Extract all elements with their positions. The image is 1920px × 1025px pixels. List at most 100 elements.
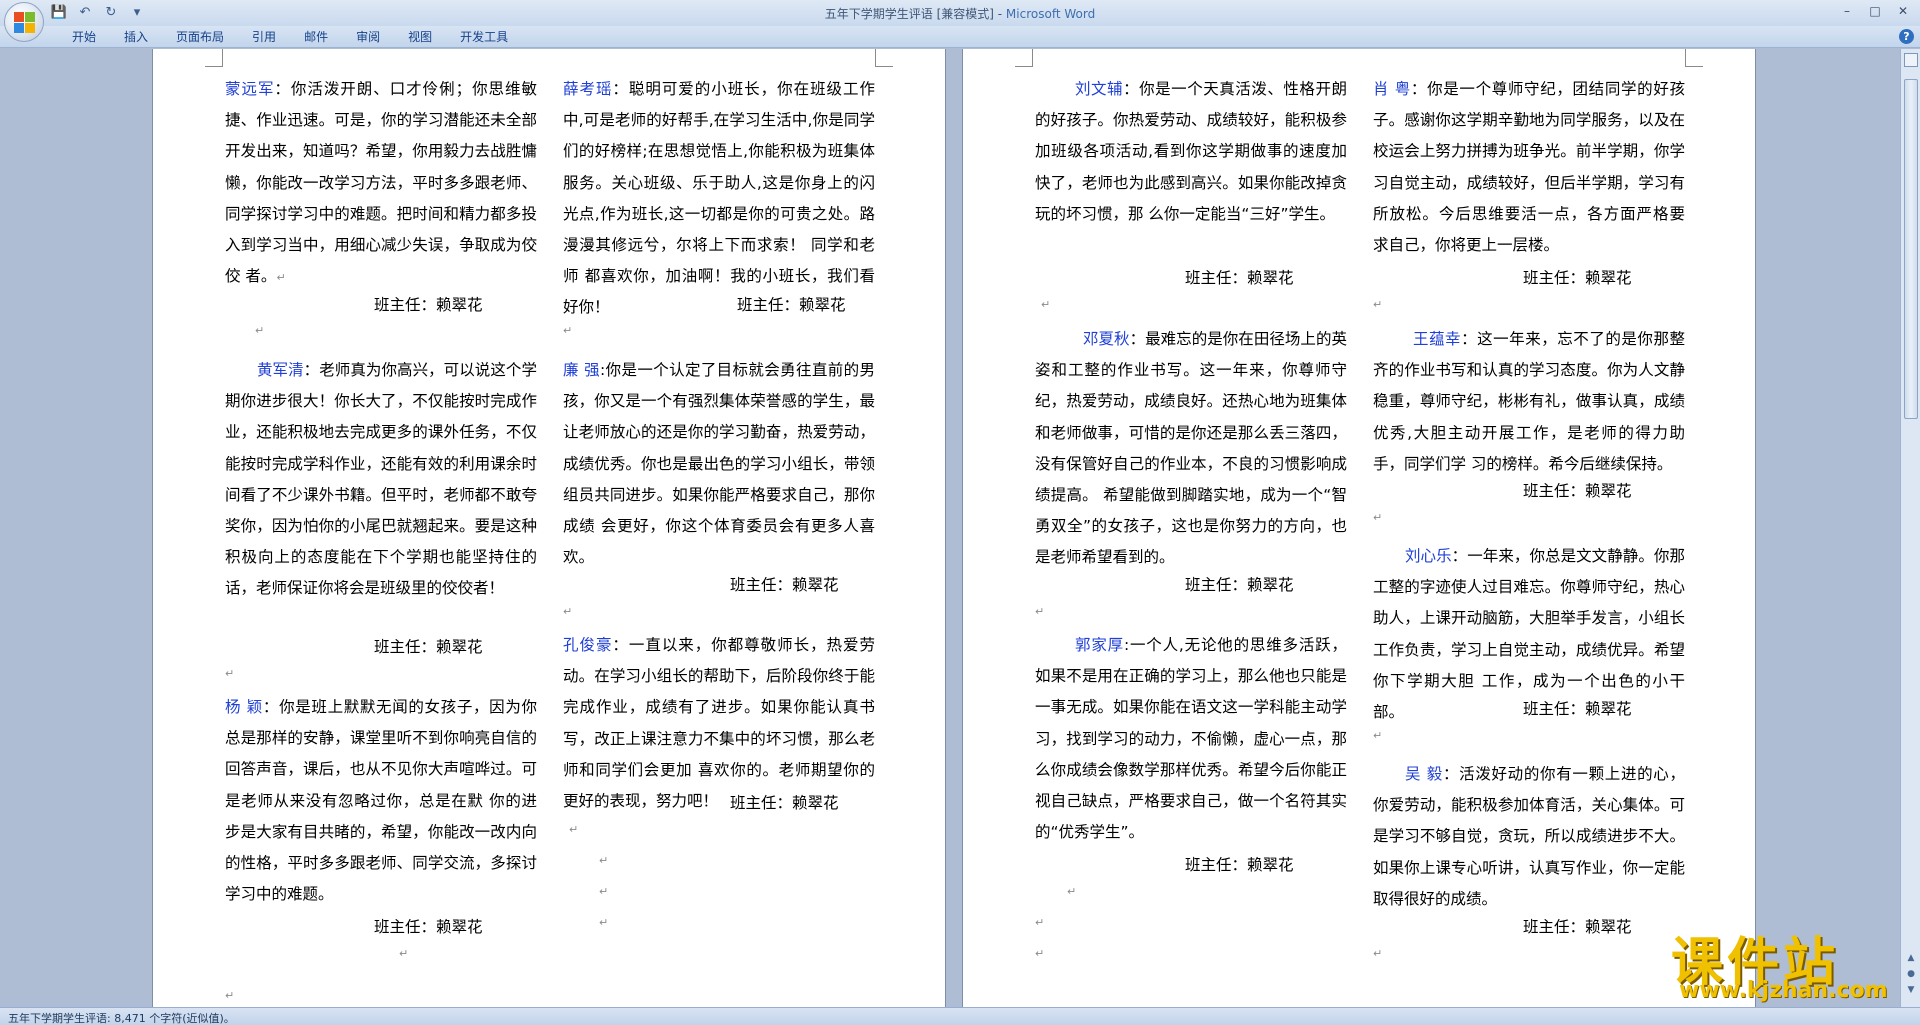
signature: 班主任：赖翠花: [1523, 269, 1632, 287]
comment-entry[interactable]: 肖 粤：你是一个尊师守纪，团结同学的好孩子。感谢你这学期辛勤地为同学服务，以及在…: [1373, 74, 1685, 261]
status-bar: 五年下学期学生评语: 8,471 个字符(近似值)。: [0, 1007, 1920, 1025]
comment-text: ：老师真为你高兴，可以说这个学期你进步很大！你长大了，不仅能按时完成作业，还能积…: [225, 361, 537, 598]
view-ruler-icon[interactable]: [1904, 53, 1918, 67]
student-name: 肖 粤: [1373, 80, 1411, 98]
close-button[interactable]: ✕: [1890, 2, 1916, 20]
tab-mailings[interactable]: 邮件: [290, 29, 342, 46]
paragraph-mark: ↵: [1067, 885, 1077, 898]
student-name: 刘文辅: [1075, 80, 1124, 98]
comment-text: :你是一个认定了目标就会勇往直前的男孩，你又是一个有强烈集体荣誉感的学生，最让老…: [563, 361, 875, 567]
window-controls: – □ ✕: [1834, 2, 1916, 20]
watermark-url: www.kjzhan.com: [1679, 978, 1888, 1003]
maximize-button[interactable]: □: [1862, 2, 1888, 20]
signature: 班主任：赖翠花: [374, 638, 483, 656]
comment-entry[interactable]: 王蕴幸：这一年来，忘不了的是你那整齐的作业书写和认真的学习态度。你为人文静稳重，…: [1373, 324, 1685, 480]
tab-home[interactable]: 开始: [58, 29, 110, 46]
comment-text: ：一直以来，你都尊敬师长，热爱劳动。在学习小组长的帮助下，后阶段你终于能完成作业…: [563, 636, 875, 811]
office-logo-icon: [14, 12, 36, 34]
student-name: 薛考瑶: [563, 80, 613, 98]
comment-text: ：你是一个天真活泼、性格开朗的好孩子。你热爱劳动、成绩较好，能积极参加班级各项活…: [1035, 80, 1347, 223]
comment-entry[interactable]: 孔俊豪：一直以来，你都尊敬师长，热爱劳动。在学习小组长的帮助下，后阶段你终于能完…: [563, 630, 875, 817]
scrollbar-thumb[interactable]: [1904, 79, 1918, 419]
tab-developer[interactable]: 开发工具: [446, 29, 522, 46]
signature: 班主任：赖翠花: [1523, 700, 1632, 718]
paragraph-mark: ↵: [1373, 729, 1383, 742]
comment-entry[interactable]: 廉 强:你是一个认定了目标就会勇往直前的男孩，你又是一个有强烈集体荣誉感的学生，…: [563, 355, 875, 573]
paragraph-mark: ↵: [225, 989, 235, 1002]
page-right[interactable]: 刘文辅：你是一个天真活泼、性格开朗的好孩子。你热爱劳动、成绩较好，能积极参加班级…: [962, 49, 1756, 1007]
comment-text: ：你活泼开朗、口才伶俐；你思维敏捷、作业迅速。可是，你的学习潜能还未全部开发出来…: [225, 80, 537, 286]
paragraph-mark: ↵: [225, 667, 235, 680]
signature: 班主任：赖翠花: [1523, 482, 1632, 500]
signature: 班主任：赖翠花: [1523, 918, 1632, 936]
window-title-app: Microsoft Word: [1005, 7, 1096, 21]
paragraph-mark: ↵: [599, 916, 609, 929]
comment-entry[interactable]: 薛考瑶：聪明可爱的小班长，你在班级工作中,可是老师的好帮手,在学习生活中,你是同…: [563, 74, 875, 324]
comment-entry[interactable]: 邓夏秋：最难忘的是你在田径场上的英姿和工整的作业书写。这一年来，你尊师守纪，热爱…: [1035, 324, 1347, 574]
comment-text: ：最难忘的是你在田径场上的英姿和工整的作业书写。这一年来，你尊师守纪，热爱劳动，…: [1035, 330, 1347, 567]
comment-entry[interactable]: 刘文辅：你是一个天真活泼、性格开朗的好孩子。你热爱劳动、成绩较好，能积极参加班级…: [1035, 74, 1347, 230]
crop-mark: [1685, 49, 1703, 67]
paragraph-mark: ↵: [599, 885, 609, 898]
select-browse-object-icon[interactable]: ●: [1904, 967, 1918, 981]
paragraph-mark: ↵: [1035, 916, 1045, 929]
comment-entry[interactable]: 郭家厚:一个人,无论他的思维多活跃，如果不是用在正确的学习上，那么他也只能是一事…: [1035, 630, 1347, 848]
ribbon-tab-bar: 开始 插入 页面布局 引用 邮件 审阅 视图 开发工具 ?: [0, 26, 1920, 48]
paragraph-mark: ↵: [1373, 947, 1383, 960]
comment-entry[interactable]: 蒙远军：你活泼开朗、口才伶俐；你思维敏捷、作业迅速。可是，你的学习潜能还未全部开…: [225, 74, 537, 293]
crop-mark: [1015, 49, 1033, 67]
previous-page-icon[interactable]: ▲: [1904, 951, 1918, 965]
student-name: 郭家厚: [1075, 636, 1124, 654]
office-button[interactable]: [4, 2, 44, 42]
next-page-icon[interactable]: ▼: [1904, 983, 1918, 997]
help-icon[interactable]: ?: [1899, 29, 1914, 44]
tab-references[interactable]: 引用: [238, 29, 290, 46]
watermark-logo: 课件站 www.kjzhan.com: [1665, 920, 1901, 1005]
minimize-button[interactable]: –: [1834, 2, 1860, 20]
comment-text: ：你是班上默默无闻的女孩子，因为你总是那样的安静，课堂里听不到你响亮自信的回答声…: [225, 698, 537, 904]
paragraph-mark: ↵: [1373, 511, 1383, 524]
student-name: 邓夏秋: [1083, 330, 1130, 348]
paragraph-mark: ↵: [569, 823, 579, 836]
signature: 班主任：赖翠花: [1185, 269, 1294, 287]
signature: 班主任：赖翠花: [730, 576, 839, 594]
comment-text: ：一年来，你总是文文静静。你那工整的字迹使人过目难忘。你尊师守纪，热心助人，上课…: [1373, 547, 1685, 722]
signature: 班主任：赖翠花: [737, 296, 846, 314]
signature: 班主任：赖翠花: [730, 794, 839, 812]
comment-text: ：你是一个尊师守纪，团结同学的好孩子。感谢你这学期辛勤地为同学服务，以及在校运会…: [1373, 80, 1685, 255]
student-name: 吴 毅: [1405, 765, 1443, 783]
tab-review[interactable]: 审阅: [342, 29, 394, 46]
paragraph-mark: ↵: [599, 854, 609, 867]
comment-entry[interactable]: 吴 毅：活泼好动的你有一颗上进的心，你爱劳动，能积极参加体育活，关心集体。可是学…: [1373, 759, 1685, 915]
paragraph-mark: ↵: [399, 947, 409, 960]
signature: 班主任：赖翠花: [1185, 856, 1294, 874]
tab-view[interactable]: 视图: [394, 29, 446, 46]
student-name: 刘心乐: [1405, 547, 1452, 565]
paragraph-mark: ↵: [276, 271, 286, 285]
tab-insert[interactable]: 插入: [110, 29, 162, 46]
student-name: 孔俊豪: [563, 636, 613, 654]
comment-text: ：这一年来，忘不了的是你那整齐的作业书写和认真的学习态度。你为人文静稳重，尊师守…: [1373, 330, 1685, 473]
signature: 班主任：赖翠花: [374, 918, 483, 936]
title-bar: 💾 ↶ ↻ ▾ 五年下学期学生评语 [兼容模式] - Microsoft Wor…: [0, 0, 1920, 26]
student-name: 蒙远军: [225, 80, 275, 98]
crop-mark: [205, 49, 223, 67]
student-name: 杨 颖: [225, 698, 263, 716]
document-area[interactable]: 蒙远军：你活泼开朗、口才伶俐；你思维敏捷、作业迅速。可是，你的学习潜能还未全部开…: [0, 49, 1900, 1007]
paragraph-mark: ↵: [1041, 298, 1051, 311]
student-name: 廉 强: [563, 361, 601, 379]
paragraph-mark: ↵: [563, 324, 573, 337]
status-text: 五年下学期学生评语: 8,471 个字符(近似值)。: [8, 1012, 235, 1025]
tab-page-layout[interactable]: 页面布局: [162, 29, 238, 46]
comment-entry[interactable]: 黄军清：老师真为你高兴，可以说这个学期你进步很大！你长大了，不仅能按时完成作业，…: [225, 355, 537, 605]
window-title: 五年下学期学生评语 [兼容模式] - Microsoft Word: [0, 5, 1920, 22]
paragraph-mark: ↵: [1373, 298, 1383, 311]
page-left[interactable]: 蒙远军：你活泼开朗、口才伶俐；你思维敏捷、作业迅速。可是，你的学习潜能还未全部开…: [152, 49, 946, 1007]
signature: 班主任：赖翠花: [1185, 576, 1294, 594]
comment-text: :一个人,无论他的思维多活跃，如果不是用在正确的学习上，那么他也只能是一事无成。…: [1035, 636, 1347, 842]
comment-entry[interactable]: 杨 颖：你是班上默默无闻的女孩子，因为你总是那样的安静，课堂里听不到你响亮自信的…: [225, 692, 537, 910]
vertical-scrollbar[interactable]: ▲ ● ▼: [1900, 49, 1920, 1007]
signature: 班主任：赖翠花: [374, 296, 483, 314]
crop-mark: [875, 49, 893, 67]
comment-text: ：活泼好动的你有一颗上进的心，你爱劳动，能积极参加体育活，关心集体。可是学习不够…: [1373, 765, 1685, 908]
